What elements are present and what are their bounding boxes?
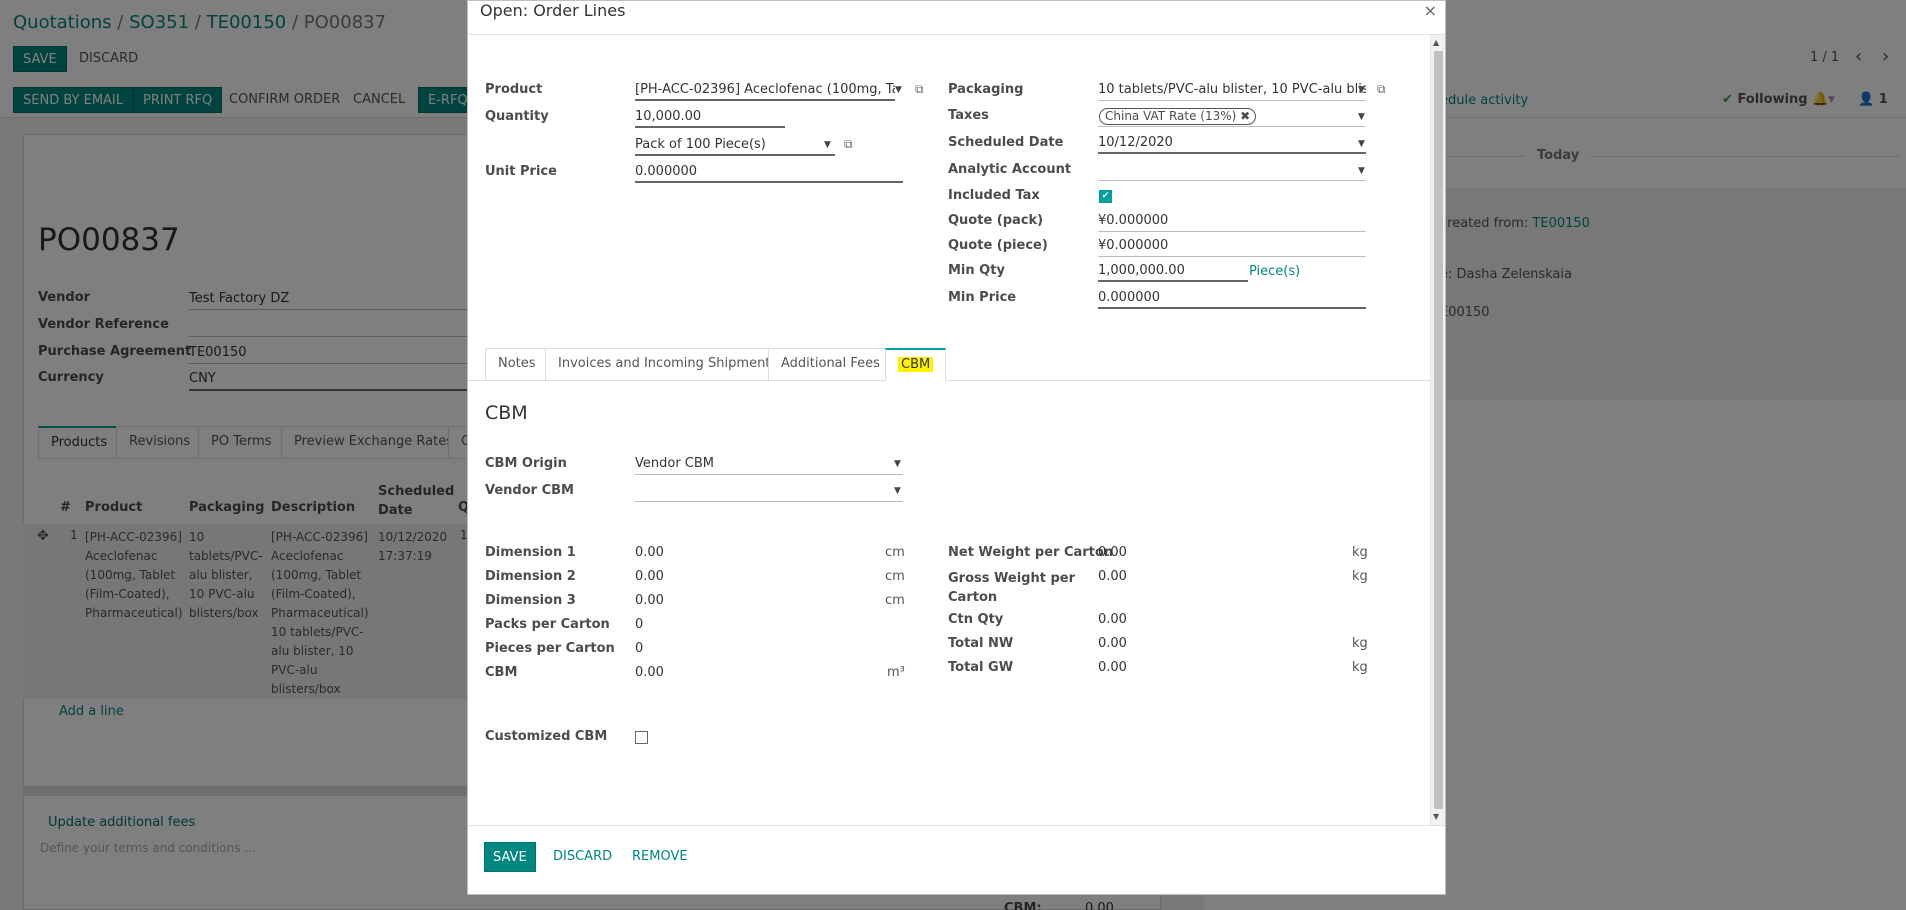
min-price-label: Min Price (948, 290, 1017, 305)
scheduled-date-dropdown-icon[interactable]: ▼ (1358, 139, 1365, 149)
pieces-per-carton-value[interactable]: 0 (635, 641, 643, 656)
net-weight-value[interactable]: 0.00 (1098, 545, 1127, 560)
total-gw-label: Total GW (948, 660, 1014, 675)
vendor-cbm-dropdown-icon[interactable]: ▼ (894, 486, 901, 496)
unit-price-field[interactable]: 0.000000 (635, 163, 903, 183)
customized-cbm-checkbox[interactable] (635, 731, 648, 744)
dialog-body: Product [PH-ACC-02396] Aceclofenac (100m… (468, 35, 1430, 825)
dialog-save-button[interactable]: SAVE (484, 842, 536, 872)
dimension-1-label: Dimension 1 (485, 545, 576, 560)
tab-invoices-shipments[interactable]: Invoices and Incoming Shipments (545, 348, 791, 380)
ctn-qty-label: Ctn Qty (948, 612, 1004, 627)
scheduled-date-label: Scheduled Date (948, 135, 1064, 150)
packaging-field[interactable]: 10 tablets/PVC-alu blister, 10 PVC-alu b… (1098, 81, 1366, 101)
ctn-qty-value[interactable]: 0.00 (1098, 612, 1127, 627)
scroll-down-icon[interactable]: ▼ (1433, 812, 1439, 821)
dimension-3-unit: cm (885, 593, 905, 608)
gross-weight-value[interactable]: 0.00 (1098, 569, 1127, 584)
included-tax-checkbox[interactable]: ✔ (1099, 190, 1112, 203)
scroll-up-icon[interactable]: ▲ (1433, 38, 1439, 47)
total-nw-unit: kg (1352, 636, 1368, 651)
min-qty-label: Min Qty (948, 263, 1005, 278)
dialog-footer: SAVE DISCARD REMOVE (468, 825, 1445, 895)
dimension-2-label: Dimension 2 (485, 569, 576, 584)
analytic-account-dropdown-icon[interactable]: ▼ (1358, 166, 1365, 176)
product-field[interactable]: [PH-ACC-02396] Aceclofenac (100mg, Table (635, 81, 895, 101)
cbm-origin-dropdown-icon[interactable]: ▼ (894, 459, 901, 469)
vendor-cbm-label: Vendor CBM (485, 483, 574, 498)
product-external-link-icon[interactable]: ⧉ (915, 82, 924, 97)
dimension-2-value[interactable]: 0.00 (635, 569, 664, 584)
packaging-dropdown-icon[interactable]: ▼ (1358, 85, 1365, 95)
total-gw-unit: kg (1352, 660, 1368, 675)
dimension-3-value[interactable]: 0.00 (635, 593, 664, 608)
uom-external-link-icon[interactable]: ⧉ (844, 137, 853, 152)
total-nw-value[interactable]: 0.00 (1098, 636, 1127, 651)
dialog-discard-button[interactable]: DISCARD (544, 844, 621, 870)
quote-piece-label: Quote (piece) (948, 238, 1048, 253)
dimension-1-unit: cm (885, 545, 905, 560)
scroll-thumb[interactable] (1434, 51, 1443, 809)
net-weight-label: Net Weight per Carton (948, 545, 1114, 560)
dimension-2-unit: cm (885, 569, 905, 584)
min-price-field[interactable]: 0.000000 (1098, 289, 1366, 309)
gross-weight-label: Gross Weight per Carton (948, 571, 1075, 605)
cbm-heading: CBM (485, 402, 528, 424)
included-tax-label: Included Tax (948, 188, 1040, 203)
product-label: Product (485, 82, 543, 97)
dimension-3-label: Dimension 3 (485, 593, 576, 608)
uom-dropdown-icon[interactable]: ▼ (824, 140, 831, 150)
analytic-account-label: Analytic Account (948, 162, 1072, 177)
dimension-1-value[interactable]: 0.00 (635, 545, 664, 560)
gross-weight-unit: kg (1352, 569, 1368, 584)
quote-piece-field[interactable]: ¥0.000000 (1098, 237, 1366, 257)
order-line-dialog: Open: Order Lines × Product [PH-ACC-0239… (467, 0, 1446, 895)
tab-additional-fees[interactable]: Additional Fees (768, 348, 893, 380)
taxes-dropdown-icon[interactable]: ▼ (1358, 112, 1365, 122)
cbm-unit: m³ (887, 665, 905, 680)
dialog-remove-button[interactable]: REMOVE (623, 844, 697, 870)
net-weight-unit: kg (1352, 545, 1368, 560)
customized-cbm-label: Customized CBM (485, 729, 608, 744)
cbm-origin-label: CBM Origin (485, 456, 567, 471)
cbm-origin-select[interactable]: Vendor CBM (635, 455, 903, 475)
product-dropdown-icon[interactable]: ▼ (895, 85, 902, 95)
remove-tax-icon[interactable]: ✖ (1240, 109, 1250, 123)
tabs-divider (468, 380, 1430, 381)
scheduled-date-field[interactable]: 10/12/2020 (1098, 134, 1366, 154)
close-icon[interactable]: × (1424, 1, 1437, 20)
tax-tag: China VAT Rate (13%) ✖ (1099, 108, 1257, 125)
tab-notes[interactable]: Notes (485, 348, 549, 380)
uom-field[interactable]: Pack of 100 Piece(s) (635, 136, 835, 156)
unit-price-label: Unit Price (485, 164, 557, 179)
cbm-value[interactable]: 0.00 (635, 665, 664, 680)
total-gw-value[interactable]: 0.00 (1098, 660, 1127, 675)
vendor-cbm-field[interactable] (635, 482, 903, 502)
min-qty-field[interactable]: 1,000,000.00 (1098, 262, 1248, 282)
packs-per-carton-value[interactable]: 0 (635, 617, 643, 632)
cbm-label: CBM (485, 665, 518, 680)
tab-cbm[interactable]: CBM (885, 348, 947, 381)
total-nw-label: Total NW (948, 636, 1014, 651)
dialog-title: Open: Order Lines (480, 1, 626, 20)
quote-pack-field[interactable]: ¥0.000000 (1098, 212, 1366, 232)
dialog-scrollbar[interactable]: ▲ ▼ (1430, 35, 1445, 825)
taxes-label: Taxes (948, 108, 989, 123)
packaging-external-link-icon[interactable]: ⧉ (1377, 82, 1386, 97)
packs-per-carton-label: Packs per Carton (485, 617, 610, 632)
quantity-field[interactable]: 10,000.00 (635, 108, 785, 128)
quote-pack-label: Quote (pack) (948, 213, 1044, 228)
min-qty-unit-link[interactable]: Piece(s) (1249, 264, 1300, 279)
packaging-label: Packaging (948, 82, 1024, 97)
quantity-label: Quantity (485, 109, 549, 124)
analytic-account-field[interactable] (1098, 161, 1366, 181)
pieces-per-carton-label: Pieces per Carton (485, 641, 615, 656)
